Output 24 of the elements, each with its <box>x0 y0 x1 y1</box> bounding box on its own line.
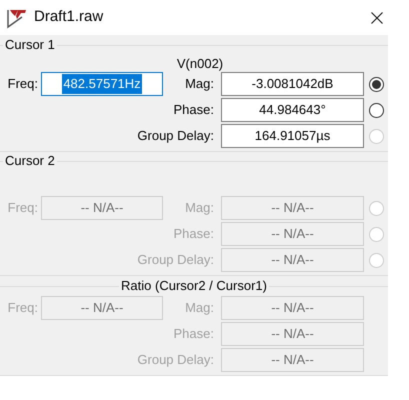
value-field[interactable]: 164.91057µs <box>221 124 364 148</box>
value-field[interactable]: -3.0081042dB <box>221 72 364 96</box>
field-label: Group Delay: <box>137 251 214 270</box>
trace-name: V(n002) <box>176 55 224 72</box>
window-title: Draft1.raw <box>34 7 104 28</box>
group-title: Ratio (Cursor2 / Cursor1) <box>120 277 268 296</box>
radio-button[interactable] <box>369 102 384 118</box>
close-icon[interactable] <box>371 12 383 24</box>
field-label: Group Delay: <box>137 127 214 146</box>
field-label: Phase: <box>174 101 214 120</box>
field-label: Group Delay: <box>137 351 214 370</box>
field-label: Phase: <box>174 325 214 344</box>
group-title: Cursor 1 <box>4 36 56 54</box>
value-field[interactable]: 44.984643° <box>221 98 364 122</box>
radio-button[interactable] <box>369 76 384 92</box>
group-title: Cursor 2 <box>4 152 56 170</box>
field-label: Mag: <box>185 199 214 218</box>
field-label: Freq: <box>8 75 38 94</box>
field-label: Phase: <box>174 225 214 244</box>
field-label: Freq: <box>8 299 38 318</box>
field-label: Mag: <box>185 75 214 94</box>
value-field[interactable]: 482.57571Hz <box>41 72 163 96</box>
field-label: Mag: <box>185 299 214 318</box>
field-label: Freq: <box>8 199 38 218</box>
